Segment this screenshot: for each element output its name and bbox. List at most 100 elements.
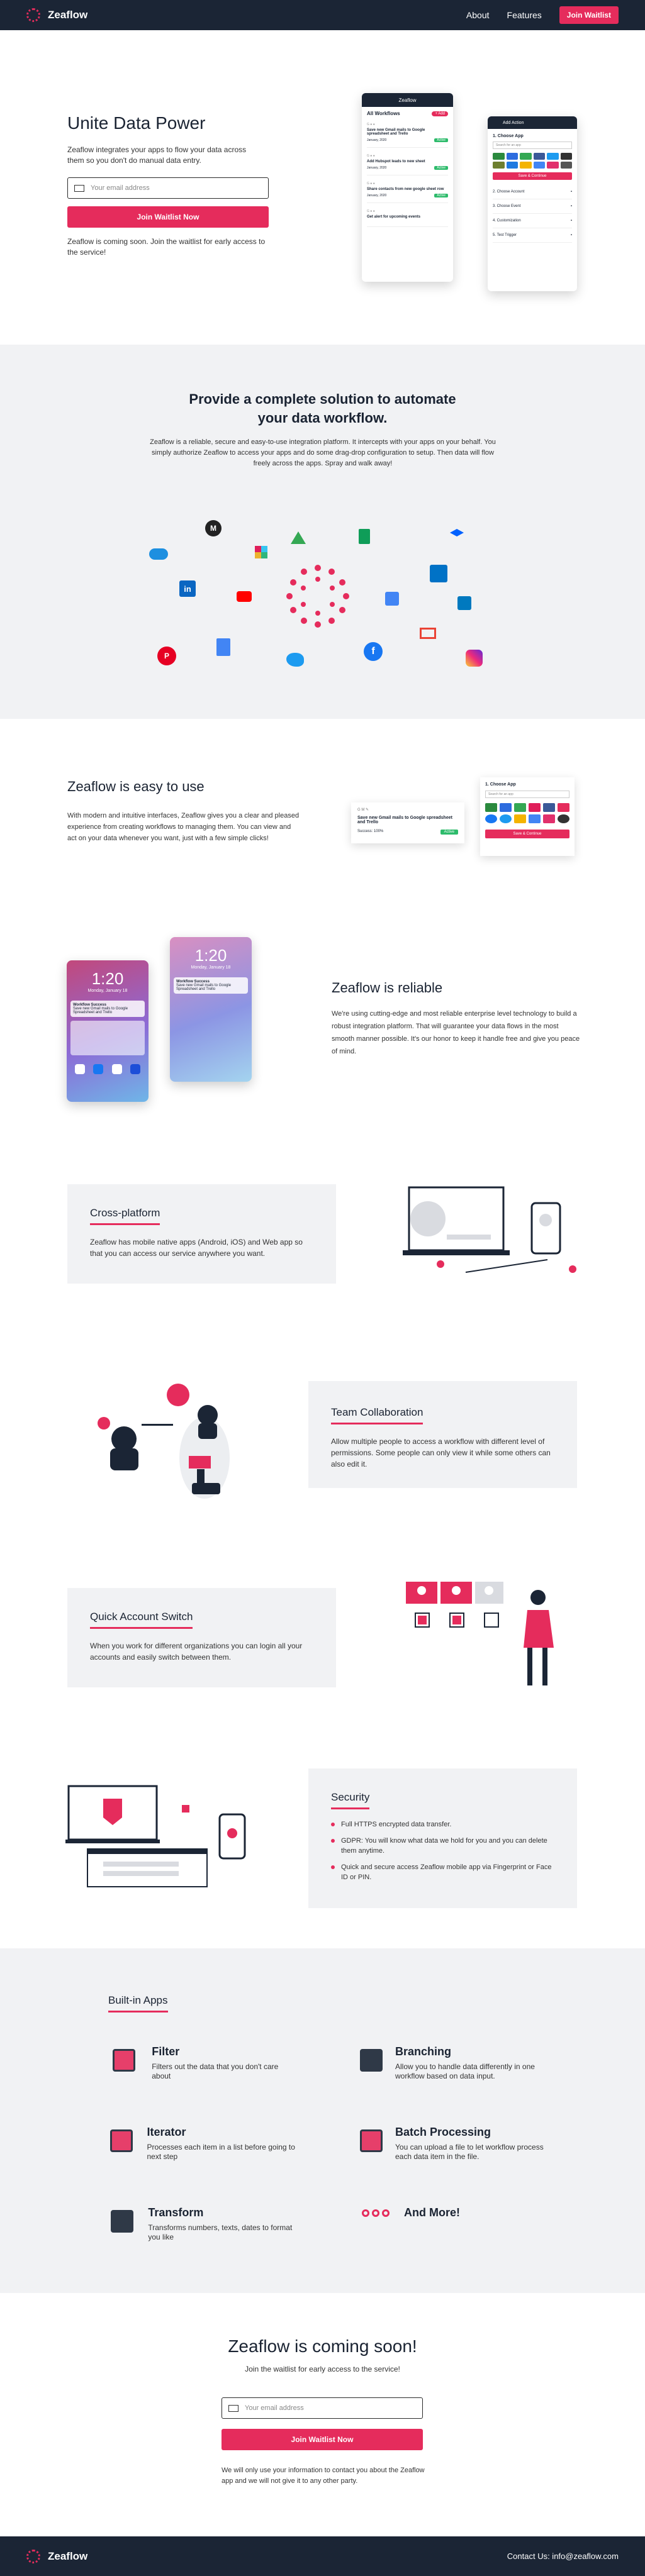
account-switch-illustration [406,1582,554,1685]
logo-text[interactable]: Zeaflow [48,9,87,21]
team-collaboration-text: Allow multiple people to access a workfl… [331,1437,551,1468]
choose-app-step: 1. Choose App [493,134,524,138]
choose-app-mockup: 1. Choose App Search for an app Save & C… [480,777,575,856]
lockscreen-date: Monday, January 18 [87,989,128,993]
builtin-app-text: Transforms numbers, texts, dates to form… [148,2223,293,2241]
youtube-icon [237,591,252,602]
builtin-app-text: Allow you to handle data differently in … [395,2062,535,2080]
solution-title: Provide a complete solution to automate … [189,391,456,426]
header-join-button[interactable]: Join Waitlist [559,6,619,24]
filter-icon [108,2045,139,2075]
top-nav: Zeaflow About Features Join Waitlist [0,0,645,30]
workflow-item-status: Active [434,166,448,170]
workflow-list-item[interactable]: G ● ● Add Hubspot leads to new sheet Jan… [367,149,448,175]
choose-app-search[interactable]: Search for an app [485,791,569,798]
hero-email-placeholder: Your email address [91,184,150,192]
lockscreen-phone-mockup: 1:20 Monday, January 18 Workflow Success… [67,960,149,1102]
app-search-input[interactable]: Search for an app [493,142,572,149]
easy-section: Zeaflow is easy to use With modern and i… [67,779,300,844]
add-workflow-badge[interactable]: + Add [432,111,448,116]
easy-description: With modern and intuitive interfaces, Ze… [67,812,300,842]
builtin-app-filter: Filter Filters out the data that you don'… [108,2045,297,2081]
hero-join-button[interactable]: Join Waitlist Now [67,206,269,228]
reliable-description: We're using cutting-edge and most reliab… [332,1010,580,1055]
security-title: Security [331,1791,370,1809]
workflow-list-item[interactable]: G ● ● Save new Gmail mails to Google spr… [367,118,448,148]
team-collaboration-card: Team Collaboration Allow multiple people… [308,1381,577,1488]
dropbox-icon [450,529,464,536]
workflow-list-item[interactable]: G ● ● Share contacts from new google she… [367,177,448,203]
salesforce-icon [149,548,168,560]
trello-icon [457,596,471,610]
coming-soon-join-button[interactable]: Join Waitlist Now [222,2429,423,2450]
nav-about-link[interactable]: About [466,10,490,20]
save-continue-button[interactable]: Save & Continue [493,172,572,180]
cross-platform-title: Cross-platform [90,1207,160,1225]
notification-phone-date: Monday, January 18 [191,965,231,970]
notification-phone-text: Save new Gmail mails to Google Spreadshe… [176,984,232,991]
hero-title: Unite Data Power [67,113,206,133]
workflow-card-meta: Success: 100% [357,830,384,833]
coming-soon-title: Zeaflow is coming soon! [228,2336,417,2356]
bullet-icon [331,1865,335,1869]
cross-platform-illustration [403,1186,576,1273]
google-sheets-icon [359,529,370,544]
security-item: GDPR: You will know what data we hold fo… [331,1836,554,1856]
lock-icon: ▪ [570,233,572,237]
action-step-item[interactable]: 3. Choose Event ▪ [493,199,572,214]
coming-soon-subtitle: Join the waitlist for early access to th… [245,2365,400,2373]
action-step-item[interactable]: 4. Customization ▪ [493,214,572,228]
batch-icon [360,2126,383,2156]
footer-contact[interactable]: Contact Us: info@zeaflow.com [507,2551,619,2561]
footer-logo-text[interactable]: Zeaflow [48,2550,87,2563]
builtin-app-text: Filters out the data that you don't care… [152,2062,279,2080]
lock-icon: ▪ [570,204,572,208]
reliable-title: Zeaflow is reliable [332,980,443,996]
account-switch-title: Quick Account Switch [90,1611,193,1629]
branching-icon [360,2045,383,2075]
action-step-item[interactable]: 5. Test Trigger ▪ [493,228,572,243]
builtin-app-iterator: Iterator Processes each item in a list be… [108,2126,297,2162]
workflows-title: All Workflows [367,111,400,116]
action-step-label: 2. Choose Account [493,190,525,194]
lockscreen-time: 1:20 [91,969,124,988]
nav-features-link[interactable]: Features [507,10,542,20]
cross-platform-text: Zeaflow has mobile native apps (Android,… [90,1238,303,1258]
team-collaboration-illustration [98,1384,230,1499]
linkedin-icon: in [179,580,196,597]
builtin-app-name: Batch Processing [395,2126,491,2138]
builtin-app-text: You can upload a file to let workflow pr… [395,2143,544,2161]
bullet-icon [331,1839,335,1843]
choose-app-continue-button[interactable]: Save & Continue [485,830,569,838]
workflow-item-status: Active [434,138,448,142]
lock-icon: ▪ [570,219,572,223]
outlook-icon [430,565,447,582]
facebook-icon: f [364,642,383,661]
builtin-app-name: Filter [152,2045,180,2058]
builtin-app-text: Processes each item in a list before goi… [147,2143,295,2161]
action-step-item[interactable]: 2. Choose Account ▪ [493,185,572,199]
hero: Unite Data Power Zeaflow integrates your… [67,113,269,258]
builtin-section: Built-in Apps Filter Filters out the data… [0,1948,645,2293]
workflow-list-item[interactable]: G ● ● Get alert for upcoming events [367,204,448,227]
workflow-card-mockup: G M ✎ Save new Gmail mails to Google spr… [351,802,464,843]
builtin-app-name: Transform [148,2206,204,2219]
account-switch-card: Quick Account Switch When you work for d… [67,1588,336,1687]
hero-description: Zeaflow integrates your apps to flow you… [67,145,247,165]
privacy-note: We will only use your information to con… [222,2467,425,2485]
iterator-icon [108,2126,134,2156]
solution-section: Provide a complete solution to automate … [0,345,645,719]
hero-note: Zeaflow is coming soon. Join the waitlis… [67,237,266,257]
action-step-label: 4. Customization [493,219,521,223]
notification-phone-time: 1:20 [194,946,227,965]
hero-email-input[interactable]: Your email address [67,177,269,199]
mail-icon [74,184,84,192]
coming-soon-email-input[interactable]: Your email address [222,2397,423,2419]
zeaflow-hub-icon [286,565,349,628]
security-item-text: Quick and secure access Zeaflow mobile a… [341,1863,552,1881]
easy-title: Zeaflow is easy to use [67,779,205,794]
account-switch-text: When you work for different organization… [90,1641,303,1662]
reliable-section: Zeaflow is reliable We're using cutting-… [332,980,580,1058]
action-step-label: 5. Test Trigger [493,233,517,237]
google-calendar-icon [385,592,399,606]
